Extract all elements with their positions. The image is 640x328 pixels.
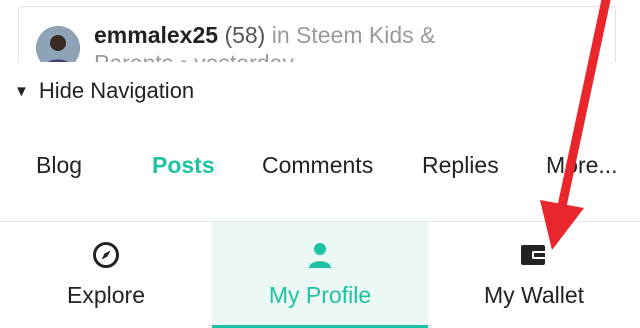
- tab-blog[interactable]: Blog: [36, 152, 82, 179]
- my-profile-label: My Profile: [268, 282, 372, 308]
- bottom-navigation-bar: Explore My Profile My Wallet: [0, 222, 640, 328]
- triangle-down-icon: ▼: [14, 82, 29, 100]
- tab-more[interactable]: More...: [546, 152, 618, 179]
- bottom-nav-explore[interactable]: Explore: [0, 222, 212, 328]
- profile-tabs: Blog Posts Comments Replies More...: [0, 132, 640, 198]
- hide-navigation-toggle[interactable]: ▼ Hide Navigation: [14, 78, 194, 104]
- author-reputation: (58): [224, 22, 266, 48]
- bottom-nav-my-profile[interactable]: My Profile: [212, 222, 428, 328]
- tab-replies[interactable]: Replies: [422, 152, 499, 179]
- post-community[interactable]: in Steem Kids &: [272, 22, 436, 48]
- person-icon: [306, 240, 334, 270]
- my-wallet-label: My Wallet: [483, 282, 585, 308]
- explore-label: Explore: [67, 282, 145, 308]
- hide-navigation-label: Hide Navigation: [38, 78, 195, 103]
- wallet-icon: [519, 240, 549, 270]
- post-author[interactable]: emmalex25: [94, 22, 218, 48]
- tab-posts[interactable]: Posts: [152, 152, 215, 179]
- compass-icon: [92, 240, 120, 270]
- tab-comments[interactable]: Comments: [262, 152, 373, 179]
- navigation-panel: ▼ Hide Navigation Blog Posts Comments Re…: [0, 62, 640, 222]
- bottom-nav-my-wallet[interactable]: My Wallet: [428, 222, 640, 328]
